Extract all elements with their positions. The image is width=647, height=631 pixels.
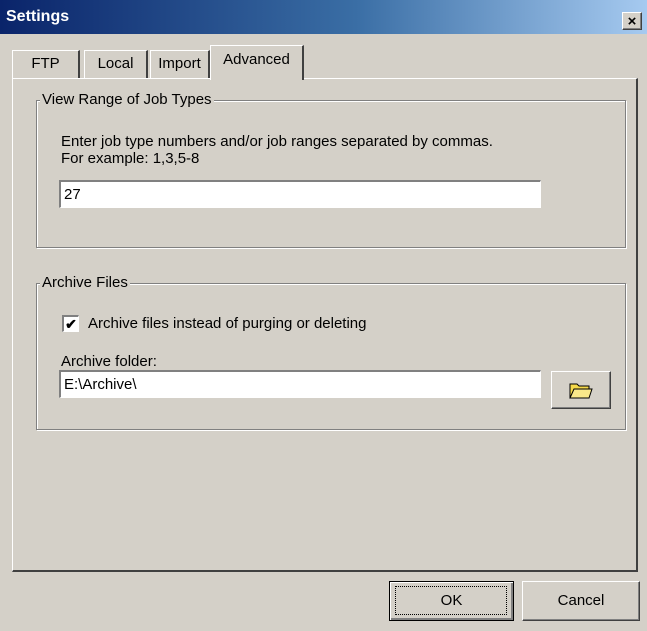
job-types-input[interactable] xyxy=(59,180,541,208)
tab-advanced-label: Advanced xyxy=(223,51,290,68)
job-types-example: For example: 1,3,5-8 xyxy=(61,150,200,167)
tab-import-label: Import xyxy=(158,55,201,72)
window-title: Settings xyxy=(6,8,70,25)
cancel-button[interactable]: Cancel xyxy=(522,581,640,621)
tab-local[interactable]: Local xyxy=(84,50,148,78)
job-types-instructions: Enter job type numbers and/or job ranges… xyxy=(61,133,493,150)
title-bar: Settings × xyxy=(0,0,647,34)
archive-folder-input[interactable] xyxy=(59,370,541,398)
close-button[interactable]: × xyxy=(622,12,642,30)
tab-ftp-label: FTP xyxy=(31,55,60,72)
archive-checkbox[interactable]: ✔ xyxy=(62,315,79,332)
checkmark-icon: ✔ xyxy=(65,316,77,332)
archive-checkbox-label[interactable]: Archive files instead of purging or dele… xyxy=(88,315,367,333)
tab-advanced[interactable]: Advanced xyxy=(210,45,304,80)
tab-local-label: Local xyxy=(97,55,134,72)
focus-ring xyxy=(395,586,507,615)
archive-folder-label: Archive folder: xyxy=(61,353,157,370)
tab-import[interactable]: Import xyxy=(150,50,210,78)
job-types-group-label: View Range of Job Types xyxy=(40,91,214,109)
tab-ftp[interactable]: FTP xyxy=(12,50,80,78)
browse-folder-button[interactable] xyxy=(551,371,611,409)
ok-button[interactable]: OK xyxy=(389,581,514,621)
job-types-group: View Range of Job Types xyxy=(36,91,626,248)
folder-open-icon xyxy=(569,383,593,399)
cancel-button-label: Cancel xyxy=(557,592,605,609)
archive-files-group-label: Archive Files xyxy=(40,274,130,292)
close-icon: × xyxy=(627,13,637,30)
